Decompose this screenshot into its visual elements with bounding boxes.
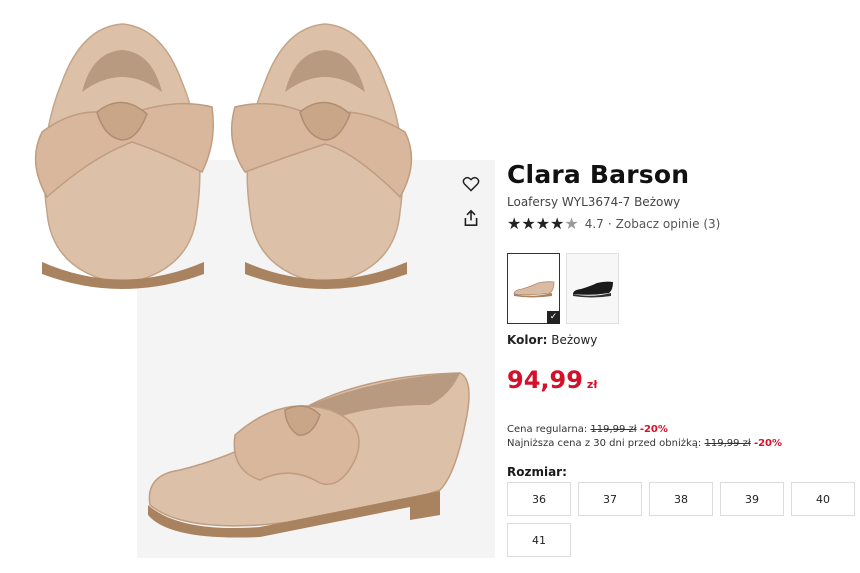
color-swatch-beige[interactable]: ✓	[507, 253, 560, 324]
size-option-37[interactable]: 37	[578, 482, 642, 516]
regular-price-label: Cena regularna:	[507, 424, 588, 435]
lowest-price-label: Najniższa cena z 30 dni przed obniżką:	[507, 438, 702, 449]
product-model: Loafersy WYL3674-7 Beżowy	[507, 195, 681, 209]
color-label: Kolor:	[507, 333, 548, 347]
size-option-38[interactable]: 38	[649, 482, 713, 516]
size-option-41[interactable]: 41	[507, 523, 571, 557]
color-swatch-black[interactable]	[566, 253, 619, 324]
size-option-36[interactable]: 36	[507, 482, 571, 516]
product-image-top-right[interactable]	[225, 22, 425, 292]
rating-stars: ★ ★ ★ ★ ★	[507, 216, 579, 232]
product-brand: Clara Barson	[507, 160, 690, 189]
size-label: Rozmiar:	[507, 465, 567, 479]
lowest-discount: -20%	[753, 438, 783, 449]
star-half-icon: ★	[564, 214, 579, 233]
regular-price: 119,99 zł	[590, 424, 637, 435]
heart-icon[interactable]	[460, 173, 482, 195]
price-value: 94,99	[507, 366, 583, 394]
share-icon[interactable]	[460, 207, 482, 229]
star-icon: ★	[521, 214, 536, 233]
price-currency: zł	[586, 378, 598, 391]
product-image-top-left[interactable]	[22, 22, 222, 292]
regular-price-line: Cena regularna: 119,99 zł -20%	[507, 424, 668, 435]
current-price: 94,99 zł	[507, 366, 597, 394]
lowest-price-line: Najniższa cena z 30 dni przed obniżką: 1…	[507, 438, 782, 449]
rating-value: 4.7	[584, 217, 604, 231]
size-option-40[interactable]: 40	[791, 482, 855, 516]
check-icon: ✓	[547, 311, 560, 324]
regular-discount: -20%	[639, 424, 668, 435]
star-icon: ★	[550, 214, 565, 233]
lowest-price: 119,99 zł	[704, 438, 751, 449]
reviews-link[interactable]: Zobacz opinie (3)	[616, 217, 721, 231]
star-icon: ★	[507, 214, 522, 233]
color-value: Beżowy	[551, 333, 598, 347]
rating-row: ★ ★ ★ ★ ★ 4.7 · Zobacz opinie (3)	[507, 216, 720, 232]
product-image-side[interactable]	[140, 365, 480, 550]
size-option-39[interactable]: 39	[720, 482, 784, 516]
separator-dot: ·	[607, 217, 612, 231]
color-selection: Kolor: Beżowy	[507, 333, 597, 347]
star-icon: ★	[535, 214, 551, 233]
